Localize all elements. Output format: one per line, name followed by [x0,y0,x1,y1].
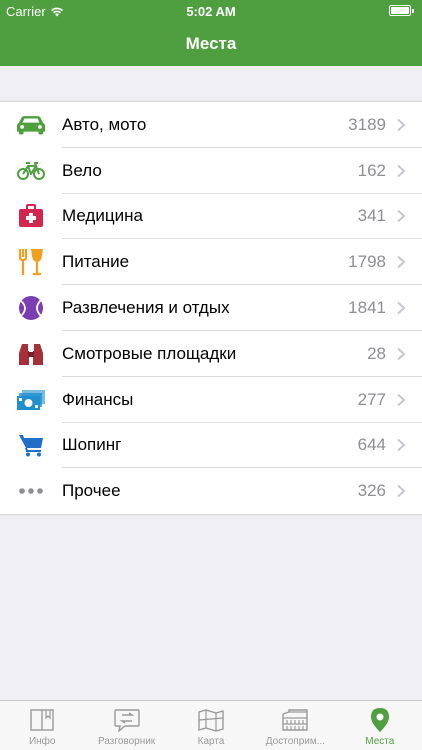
tab-bar: Инфо Разговорник Карта Достоприм... Мест… [0,700,422,750]
car-icon [16,110,46,140]
tab-label: Инфо [28,736,56,747]
category-row-shopping[interactable]: Шопинг 644 [0,423,422,469]
category-label: Смотровые площадки [62,343,237,363]
chevron-right-icon [397,210,406,223]
chevron-right-icon [397,393,406,406]
category-label: Прочее [62,481,121,501]
bicycle-icon [16,156,46,186]
chevron-right-icon [397,439,406,452]
more-dots-icon [16,476,46,506]
shopping-cart-icon [16,430,46,460]
category-label: Шопинг [62,435,122,455]
category-count: 341 [357,206,386,226]
colosseum-icon [280,706,310,734]
category-count: 3189 [348,114,386,134]
category-label: Медицина [62,206,143,226]
chevron-right-icon [397,118,406,132]
tab-label: Карта [197,736,225,747]
category-row-entertainment[interactable]: Развлечения и отдых 1841 [0,285,422,331]
navigation-bar: Места [0,22,422,66]
chevron-right-icon [397,301,406,315]
binoculars-icon [16,339,46,369]
category-row-medicine[interactable]: Медицина 341 [0,194,422,240]
tab-label: Разговорник [98,736,156,747]
money-icon [16,385,46,415]
status-bar: Carrier 5:02 AM [0,0,422,22]
category-label: Развлечения и отдых [62,298,230,318]
battery-icon [389,5,414,16]
tab-places[interactable]: Места [338,701,422,750]
category-list: Авто, мото 3189 Вело 162 Медицина 341 Пи… [0,101,422,516]
status-time: 5:02 AM [186,4,236,19]
category-label: Питание [62,252,130,272]
category-count: 28 [367,343,386,363]
category-label: Авто, мото [62,114,147,134]
chevron-right-icon [397,347,406,361]
category-label: Финансы [62,389,134,409]
tab-label: Места [365,736,395,747]
phrasebook-icon [112,706,142,734]
location-pin-icon [365,706,395,734]
category-count: 162 [357,160,386,180]
category-row-food[interactable]: Питание 1798 [0,239,422,286]
book-icon [27,706,57,734]
category-count: 1798 [348,252,386,272]
medical-kit-icon [16,201,46,231]
category-count: 1841 [348,298,386,318]
category-row-other[interactable]: Прочее 326 [0,468,422,514]
map-icon [196,706,226,734]
tab-info[interactable]: Инфо [0,701,84,750]
category-count: 644 [357,435,386,455]
category-row-finance[interactable]: Финансы 277 [0,377,422,423]
tab-label: Достоприм... [265,736,326,747]
tennis-ball-icon [16,293,46,323]
fork-glass-icon [16,247,46,277]
category-label: Вело [62,160,102,180]
category-row-bike[interactable]: Вело 162 [0,148,422,194]
tab-sights[interactable]: Достоприм... [253,701,337,750]
category-row-auto[interactable]: Авто, мото 3189 [0,102,422,148]
chevron-right-icon [397,164,406,177]
tab-phrasebook[interactable]: Разговорник [84,701,168,750]
category-count: 277 [357,389,386,409]
category-count: 326 [357,481,386,501]
page-title: Места [185,34,237,53]
tab-map[interactable]: Карта [169,701,253,750]
chevron-right-icon [397,256,406,269]
category-row-viewpoints[interactable]: Смотровые площадки 28 [0,331,422,377]
chevron-right-icon [397,485,406,498]
